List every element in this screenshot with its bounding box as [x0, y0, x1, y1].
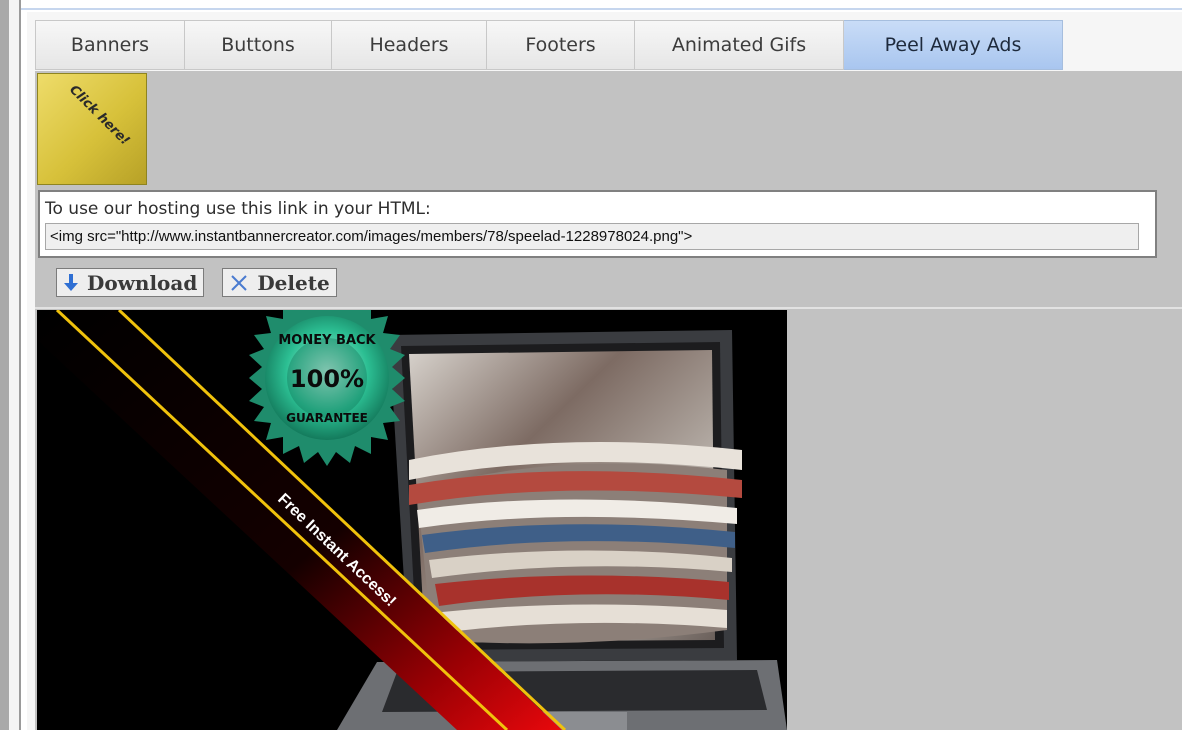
tab-buttons[interactable]: Buttons: [185, 20, 332, 70]
tab-banners[interactable]: Banners: [35, 20, 185, 70]
content-area: Banners Buttons Headers Footers Animated…: [27, 12, 1182, 730]
tab-footers[interactable]: Footers: [487, 20, 635, 70]
top-rule: [21, 8, 1182, 10]
badge-top-text: MONEY BACK: [278, 333, 376, 348]
hosting-code-field[interactable]: <img src="http://www.instantbannercreato…: [45, 223, 1139, 250]
tab-animated-gifs[interactable]: Animated Gifs: [635, 20, 844, 70]
frame-border: [19, 0, 21, 730]
delete-button[interactable]: Delete: [222, 268, 337, 297]
window-left-gap: [9, 0, 19, 730]
money-back-badge: MONEY BACK 100% GUARANTEE: [249, 310, 405, 466]
download-button[interactable]: Download: [56, 268, 205, 297]
thumbnail-text: Click here!: [66, 82, 133, 149]
arrow-down-icon: [63, 273, 79, 293]
badge-percent-text: 100%: [290, 365, 364, 393]
hosting-label: To use our hosting use this link in your…: [45, 199, 431, 219]
badge-bottom-text: GUARANTEE: [286, 411, 368, 425]
hosting-box: To use our hosting use this link in your…: [38, 190, 1157, 258]
peel-ad-thumbnail[interactable]: Click here!: [37, 73, 147, 185]
peel-ad-preview: Free Instant Access! MONEY BACK 100% GUA…: [37, 310, 787, 730]
download-label: Download: [87, 270, 198, 295]
window-left-rail: [0, 0, 9, 730]
action-bar: Download Delete: [56, 268, 337, 297]
delete-label: Delete: [257, 270, 330, 295]
tab-peel-away-ads[interactable]: Peel Away Ads: [844, 20, 1063, 70]
tab-panel: Click here! To use our hosting use this …: [35, 71, 1182, 730]
preview-graphic: Free Instant Access! MONEY BACK 100% GUA…: [37, 310, 787, 730]
tab-bar: Banners Buttons Headers Footers Animated…: [35, 20, 1063, 71]
tab-headers[interactable]: Headers: [332, 20, 487, 70]
panel-divider: [35, 307, 1182, 309]
x-icon: [229, 273, 249, 293]
